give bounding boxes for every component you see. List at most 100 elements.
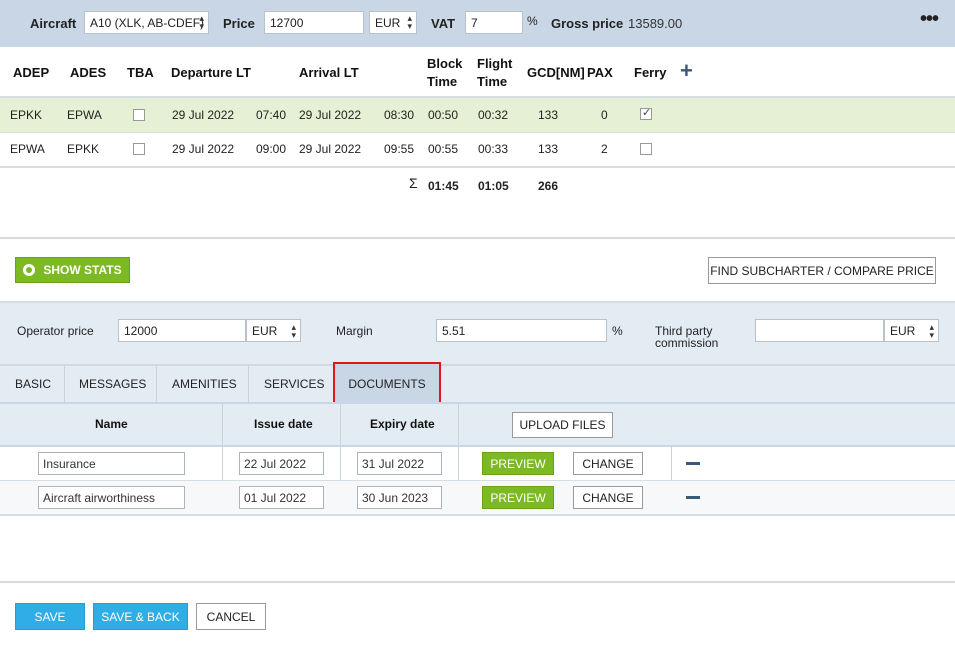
vat-label: VAT bbox=[431, 16, 456, 31]
col-adep: ADEP bbox=[13, 65, 50, 80]
change-button[interactable]: CHANGE bbox=[573, 452, 643, 475]
col-gcd: GCD[NM] bbox=[527, 65, 585, 80]
price-input[interactable]: 12700 bbox=[264, 11, 364, 34]
select-arrows-icon: ▴ ▾ bbox=[929, 322, 934, 340]
col-block-2: Time bbox=[427, 74, 458, 89]
ferry-checkbox[interactable] bbox=[640, 106, 652, 120]
stats-icon bbox=[23, 264, 36, 276]
operator-price-input[interactable]: 12000 bbox=[118, 319, 246, 342]
preview-button[interactable]: PREVIEW bbox=[482, 452, 554, 475]
document-name-input[interactable]: Insurance bbox=[38, 452, 185, 475]
save-and-back-button[interactable]: SAVE & BACK bbox=[93, 603, 188, 630]
col-departure: Departure LT bbox=[171, 65, 251, 80]
col-tba: TBA bbox=[127, 65, 154, 80]
dep-date: 29 Jul 2022 bbox=[172, 142, 235, 156]
gcd-value: 133 bbox=[538, 108, 559, 122]
leg-row[interactable]: EPWA EPKK 29 Jul 2022 09:00 29 Jul 2022 … bbox=[0, 133, 955, 166]
currency-select[interactable]: EUR ▴ ▾ bbox=[369, 11, 417, 34]
margin-unit: % bbox=[612, 324, 623, 338]
expiry-date-input[interactable]: 30 Jun 2023 bbox=[357, 486, 442, 509]
preview-button[interactable]: PREVIEW bbox=[482, 486, 554, 509]
find-subcharter-button[interactable]: FIND SUBCHARTER / COMPARE PRICE bbox=[708, 257, 936, 284]
issue-date-input[interactable]: 22 Jul 2022 bbox=[239, 452, 324, 475]
col-flight-2: Time bbox=[477, 74, 508, 89]
tba-checkbox[interactable] bbox=[133, 109, 145, 121]
third-party-input[interactable] bbox=[755, 319, 884, 342]
leg-row[interactable]: EPKK EPWA 29 Jul 2022 07:40 29 Jul 2022 … bbox=[0, 98, 955, 132]
show-stats-label: SHOW STATS bbox=[43, 263, 122, 277]
document-row: Aircraft airworthiness 01 Jul 2022 30 Ju… bbox=[0, 481, 955, 514]
col-arrival: Arrival LT bbox=[299, 65, 359, 80]
aircraft-label: Aircraft bbox=[30, 16, 77, 31]
total-gcd: 266 bbox=[538, 179, 559, 193]
sigma-icon: Σ bbox=[409, 175, 418, 191]
documents-header bbox=[0, 404, 955, 446]
gross-price-label: Gross price bbox=[551, 16, 624, 31]
arr-time: 09:55 bbox=[384, 142, 415, 156]
total-flight: 01:05 bbox=[478, 179, 509, 193]
leg-adep: EPKK bbox=[10, 108, 43, 122]
tab-basic[interactable]: BASIC bbox=[0, 366, 65, 402]
document-name-input[interactable]: Aircraft airworthiness bbox=[38, 486, 185, 509]
col-ferry: Ferry bbox=[634, 65, 667, 80]
third-party-label-2: commission bbox=[655, 336, 719, 350]
expiry-date-input[interactable]: 31 Jul 2022 bbox=[357, 452, 442, 475]
upload-files-button[interactable]: UPLOAD FILES bbox=[512, 412, 613, 438]
operator-currency-select[interactable]: EUR ▴ ▾ bbox=[246, 319, 301, 342]
col-expiry-date: Expiry date bbox=[370, 417, 435, 431]
col-ades: ADES bbox=[70, 65, 107, 80]
col-block-1: Block bbox=[427, 56, 463, 71]
col-issue-date: Issue date bbox=[254, 417, 313, 431]
col-doc-name: Name bbox=[95, 417, 128, 431]
aircraft-value: A10 (XLK, AB-CDEF) bbox=[90, 16, 205, 30]
arr-date: 29 Jul 2022 bbox=[299, 108, 362, 122]
save-button[interactable]: SAVE bbox=[15, 603, 85, 630]
leg-ades: EPWA bbox=[67, 108, 102, 122]
ferry-checkbox[interactable] bbox=[640, 143, 652, 155]
flight-time: 00:33 bbox=[478, 142, 509, 156]
show-stats-button[interactable]: SHOW STATS bbox=[15, 257, 130, 283]
margin-input[interactable]: 5.51 bbox=[436, 319, 607, 342]
block-time: 00:50 bbox=[428, 108, 459, 122]
pax-value: 0 bbox=[601, 108, 608, 122]
change-button[interactable]: CHANGE bbox=[573, 486, 643, 509]
margin-label: Margin bbox=[336, 324, 373, 338]
total-block: 01:45 bbox=[428, 179, 459, 193]
issue-date-input[interactable]: 01 Jul 2022 bbox=[239, 486, 324, 509]
pax-value: 2 bbox=[601, 142, 608, 156]
divider bbox=[0, 581, 955, 583]
dep-date: 29 Jul 2022 bbox=[172, 108, 235, 122]
operator-price-label: Operator price bbox=[17, 324, 94, 338]
top-bar: Aircraft A10 (XLK, AB-CDEF) ▴ ▾ Price 127… bbox=[0, 0, 955, 47]
tab-documents[interactable]: DOCUMENTS bbox=[333, 362, 441, 406]
select-arrows-icon: ▴ ▾ bbox=[291, 322, 296, 340]
tab-messages[interactable]: MESSAGES bbox=[65, 366, 157, 402]
vat-input[interactable]: 7 bbox=[465, 11, 523, 34]
third-party-currency-value: EUR bbox=[890, 324, 916, 338]
leg-ades: EPKK bbox=[67, 142, 100, 156]
remove-icon[interactable] bbox=[686, 496, 700, 499]
tab-amenities[interactable]: AMENITIES bbox=[157, 366, 249, 402]
aircraft-select[interactable]: A10 (XLK, AB-CDEF) ▴ ▾ bbox=[84, 11, 209, 34]
remove-icon[interactable] bbox=[686, 462, 700, 465]
cancel-button[interactable]: CANCEL bbox=[196, 603, 266, 630]
select-arrows-icon: ▴ ▾ bbox=[407, 13, 412, 31]
tba-checkbox[interactable] bbox=[133, 143, 145, 155]
vat-unit: % bbox=[527, 14, 538, 28]
dep-time: 09:00 bbox=[256, 142, 287, 156]
gross-price-value: 13589.00 bbox=[628, 16, 683, 31]
price-label: Price bbox=[223, 16, 255, 31]
more-dots-icon[interactable]: ••• bbox=[920, 8, 939, 31]
document-row: Insurance 22 Jul 2022 31 Jul 2022 PREVIE… bbox=[0, 447, 955, 480]
third-party-currency-select[interactable]: EUR ▴ ▾ bbox=[884, 319, 939, 342]
flight-time: 00:32 bbox=[478, 108, 509, 122]
dep-time: 07:40 bbox=[256, 108, 287, 122]
arr-time: 08:30 bbox=[384, 108, 415, 122]
block-time: 00:55 bbox=[428, 142, 459, 156]
currency-value: EUR bbox=[375, 16, 401, 30]
leg-adep: EPWA bbox=[10, 142, 45, 156]
tab-services[interactable]: SERVICES bbox=[249, 366, 335, 402]
plus-icon[interactable]: + bbox=[680, 58, 693, 84]
divider bbox=[0, 514, 955, 516]
col-flight-1: Flight bbox=[477, 56, 513, 71]
